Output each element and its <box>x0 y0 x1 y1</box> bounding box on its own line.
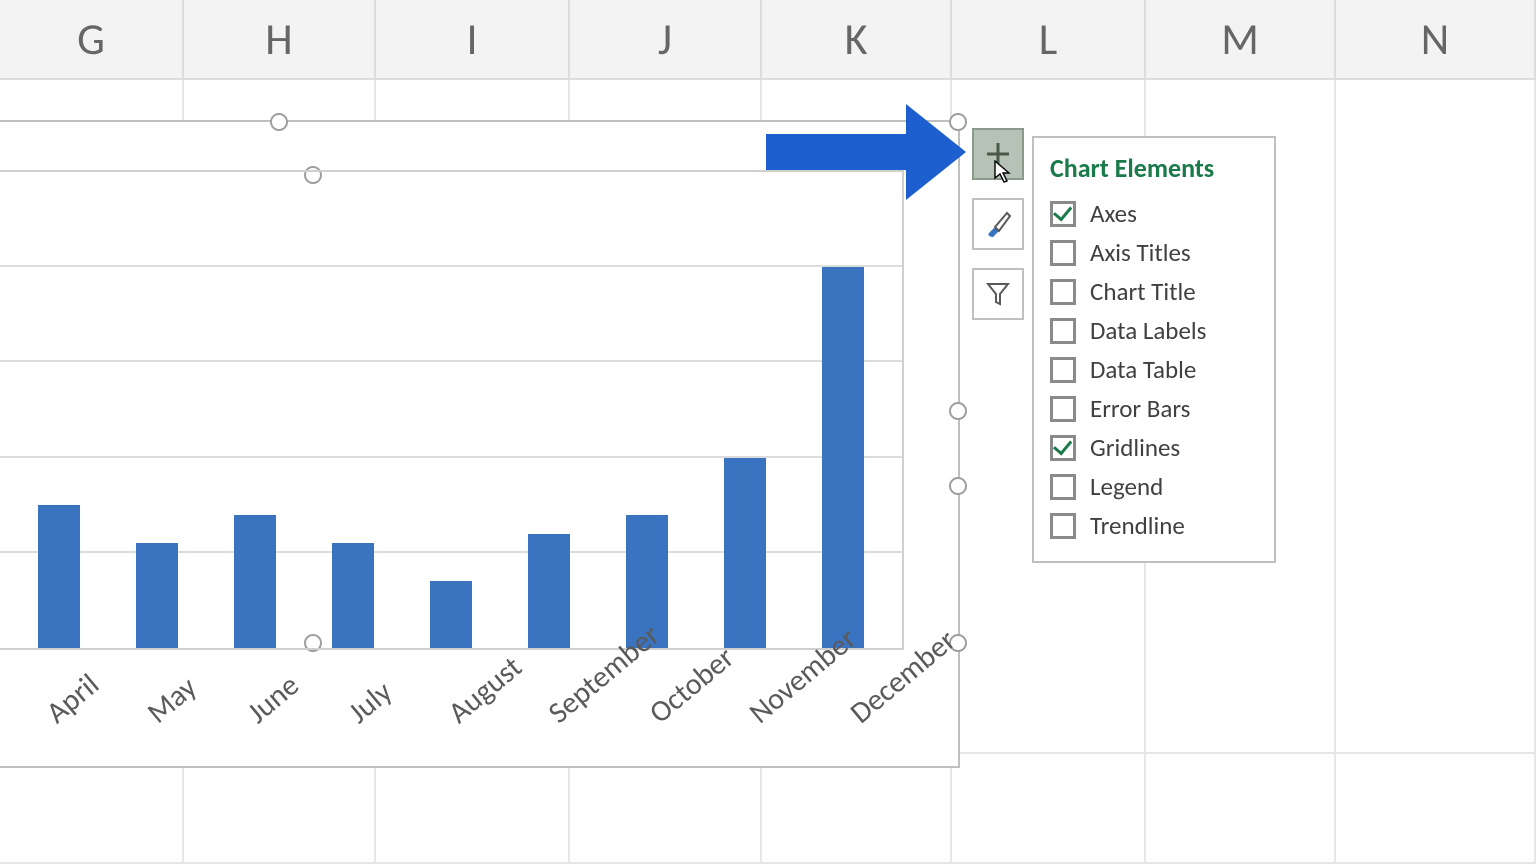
column-header-N[interactable]: N <box>1336 0 1536 78</box>
x-axis-label: August <box>441 676 563 810</box>
chart-bar[interactable] <box>136 543 178 648</box>
checkbox[interactable] <box>1050 474 1076 500</box>
column-header-I[interactable]: I <box>376 0 570 78</box>
chart-element-option-gridlines[interactable]: Gridlines <box>1050 428 1258 467</box>
selection-handle[interactable] <box>270 113 288 131</box>
chart-element-option-legend[interactable]: Legend <box>1050 467 1258 506</box>
chart-element-option-axes[interactable]: Axes <box>1050 194 1258 233</box>
chart-x-axis-labels: AprilMayJuneJulyAugustSeptemberOctoberNo… <box>0 662 904 802</box>
embedded-chart[interactable]: AprilMayJuneJulyAugustSeptemberOctoberNo… <box>0 120 960 768</box>
x-axis-label: June <box>240 676 362 810</box>
paintbrush-icon <box>983 209 1013 239</box>
chart-bar[interactable] <box>724 458 766 648</box>
funnel-icon <box>984 280 1012 308</box>
x-axis-label: July <box>340 676 462 810</box>
column-header-J[interactable]: J <box>570 0 762 78</box>
option-label: Error Bars <box>1090 393 1190 424</box>
column-header-L[interactable]: L <box>952 0 1146 78</box>
checkbox[interactable] <box>1050 201 1076 227</box>
checkbox[interactable] <box>1050 396 1076 422</box>
chart-bar[interactable] <box>528 534 570 648</box>
x-axis-label: October <box>642 676 764 810</box>
chart-bar[interactable] <box>234 515 276 648</box>
chart-elements-flyout[interactable]: Chart Elements Axes Axis Titles Chart Titl… <box>1032 136 1276 563</box>
column-header-H[interactable]: H <box>184 0 376 78</box>
chart-filters-button[interactable] <box>972 268 1024 320</box>
option-label: Trendline <box>1090 510 1185 541</box>
chart-plot-area[interactable] <box>0 170 904 650</box>
option-label: Axes <box>1090 198 1137 229</box>
option-label: Chart Title <box>1090 276 1196 307</box>
option-label: Legend <box>1090 471 1163 502</box>
chart-element-option-chart-title[interactable]: Chart Title <box>1050 272 1258 311</box>
column-header-row: GHIJKLMN <box>0 0 1536 80</box>
option-label: Data Labels <box>1090 315 1206 346</box>
chart-elements-button[interactable] <box>972 128 1024 180</box>
checkbox[interactable] <box>1050 318 1076 344</box>
chart-element-option-data-table[interactable]: Data Table <box>1050 350 1258 389</box>
checkbox[interactable] <box>1050 513 1076 539</box>
chart-styles-button[interactable] <box>972 198 1024 250</box>
chart-bar[interactable] <box>332 543 374 648</box>
x-axis-label: November <box>742 676 864 810</box>
chart-bars[interactable] <box>0 172 902 648</box>
column-header-M[interactable]: M <box>1146 0 1336 78</box>
checkbox[interactable] <box>1050 435 1076 461</box>
selection-handle[interactable] <box>949 402 967 420</box>
x-axis-label: September <box>541 676 663 810</box>
chart-bar[interactable] <box>430 581 472 648</box>
selection-handle[interactable] <box>949 477 967 495</box>
plus-icon <box>984 140 1012 168</box>
chart-side-buttons <box>972 128 1024 320</box>
x-axis-label: December <box>843 676 965 810</box>
chart-bar[interactable] <box>822 267 864 648</box>
x-axis-label: April <box>39 676 161 810</box>
chart-element-option-axis-titles[interactable]: Axis Titles <box>1050 233 1258 272</box>
checkbox[interactable] <box>1050 279 1076 305</box>
column-header-K[interactable]: K <box>762 0 952 78</box>
checkbox[interactable] <box>1050 357 1076 383</box>
option-label: Axis Titles <box>1090 237 1191 268</box>
column-header-G[interactable]: G <box>0 0 184 78</box>
chart-element-option-error-bars[interactable]: Error Bars <box>1050 389 1258 428</box>
chart-element-option-data-labels[interactable]: Data Labels <box>1050 311 1258 350</box>
chart-element-option-trendline[interactable]: Trendline <box>1050 506 1258 545</box>
chart-bar[interactable] <box>38 505 80 648</box>
flyout-title: Chart Elements <box>1050 152 1258 184</box>
checkbox[interactable] <box>1050 240 1076 266</box>
option-label: Gridlines <box>1090 432 1180 463</box>
selection-handle[interactable] <box>949 113 967 131</box>
x-axis-label: May <box>139 676 261 810</box>
option-label: Data Table <box>1090 354 1196 385</box>
